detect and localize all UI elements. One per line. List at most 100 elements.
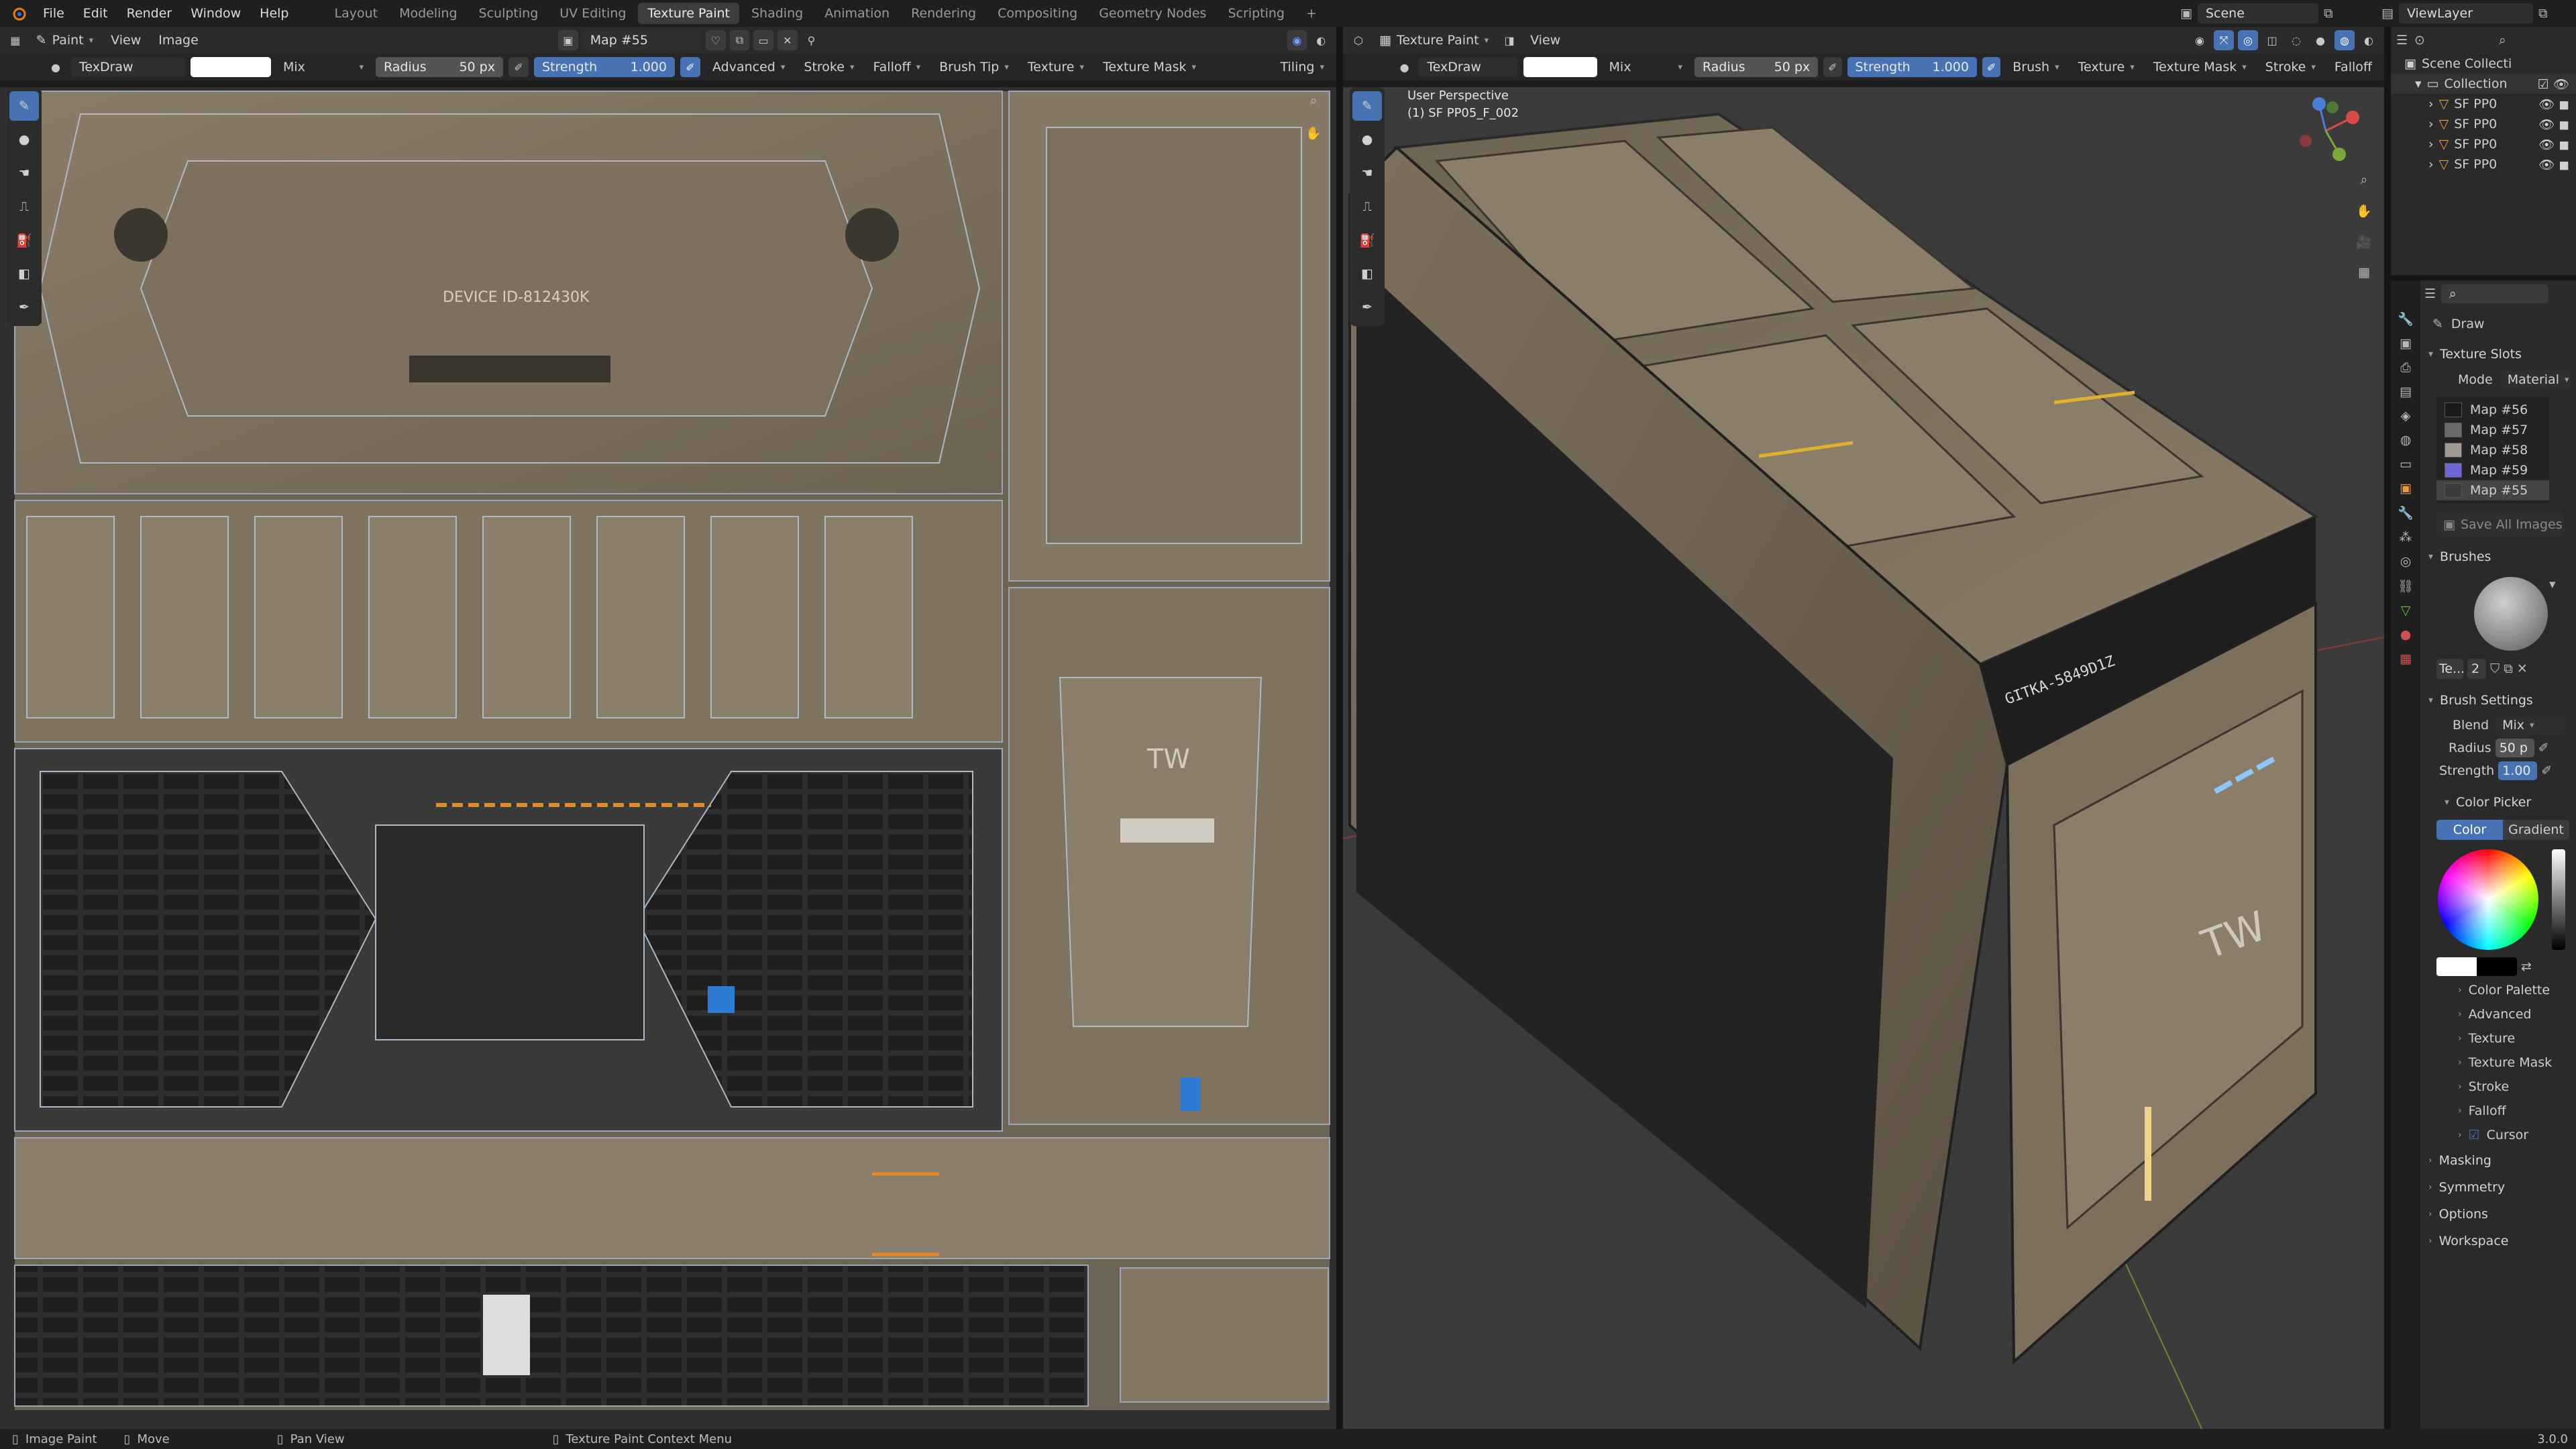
scene-name[interactable]: Scene xyxy=(2197,3,2318,23)
texture-mask-menu[interactable]: Texture Mask ▾ xyxy=(1096,57,1203,77)
viewport-view-menu[interactable]: View xyxy=(1523,30,1567,50)
image-name-field[interactable]: Map #55 xyxy=(582,30,702,50)
tab-rendering[interactable]: Rendering xyxy=(902,3,985,24)
outliner-scene-collection[interactable]: ▣ Scene Collecti xyxy=(2391,54,2576,74)
slot-mode-dropdown[interactable]: Material ▾ xyxy=(2500,370,2571,390)
annotate-tool-icon[interactable]: ✒ xyxy=(9,292,39,322)
pin-icon[interactable]: ⚲ xyxy=(802,30,822,50)
color-tab[interactable]: Color xyxy=(2436,820,2503,840)
editor-type-3d-icon[interactable]: ⬡ xyxy=(1348,30,1368,50)
cursor-checkbox-icon[interactable]: ☑ xyxy=(2469,1128,2480,1142)
scene-selector[interactable]: ▣ Scene ⧉ xyxy=(2180,3,2333,23)
tab-texture-paint[interactable]: Texture Paint xyxy=(638,3,739,24)
brush-users-count[interactable]: 2 xyxy=(2467,659,2486,679)
viewport-texture-menu[interactable]: Texture ▾ xyxy=(2072,57,2141,77)
tiling-menu[interactable]: Tiling ▾ xyxy=(1274,57,1332,77)
material-preview-icon[interactable]: ◍ xyxy=(2334,30,2355,50)
viewport-brush-name[interactable]: TexDraw xyxy=(1419,57,1519,77)
mask-tool-icon[interactable]: ◧ xyxy=(9,259,39,288)
zoom-icon[interactable]: ⌕ xyxy=(1301,89,1326,113)
viewport-radius-slider[interactable]: Radius 50 px xyxy=(1694,57,1819,77)
texture-slot[interactable]: Map #57 xyxy=(2436,420,2549,440)
texture-subpanel[interactable]: › Texture xyxy=(2420,1026,2576,1051)
modifier-tab-icon[interactable]: 🔧 xyxy=(2398,505,2414,521)
visibility-icon[interactable]: 👁 ◼ xyxy=(2538,137,2569,152)
properties-search-input[interactable]: ⌕ xyxy=(2441,284,2549,303)
vp-mask-tool-icon[interactable]: ◧ xyxy=(1352,259,1382,288)
physics-tab-icon[interactable]: ◎ xyxy=(2400,554,2412,569)
advanced-menu[interactable]: Advanced ▾ xyxy=(706,57,792,77)
radius-slider[interactable]: Radius 50 px xyxy=(376,57,503,77)
axis-gizmo[interactable] xyxy=(2289,87,2369,168)
view-layer-selector[interactable]: ▤ ViewLayer ⧉ xyxy=(2381,3,2548,23)
brushes-section[interactable]: ▾ Brushes xyxy=(2420,543,2576,570)
tab-geometry-nodes[interactable]: Geometry Nodes xyxy=(1089,3,1216,24)
visibility-icon[interactable]: 👁 ◼ xyxy=(2538,157,2569,172)
world-tab-icon[interactable]: ◍ xyxy=(2400,433,2412,447)
menu-file[interactable]: File xyxy=(34,0,74,27)
strength-pressure-icon[interactable]: ✐ xyxy=(2541,763,2552,778)
viewport-blend-dropdown[interactable]: Mix ▾ xyxy=(1603,57,1689,77)
tab-animation[interactable]: Animation xyxy=(815,3,899,24)
save-all-images-button[interactable]: ▣ Save All Images xyxy=(2436,513,2564,537)
tab-layout[interactable]: Layout xyxy=(325,3,388,24)
viewport-stroke-menu[interactable]: Stroke ▾ xyxy=(2259,57,2322,77)
outliner-item[interactable]: › ▽ SF PP0 👁 ◼ xyxy=(2391,114,2576,134)
material-tab-icon[interactable]: ● xyxy=(2400,627,2412,642)
panel-divider[interactable] xyxy=(2391,275,2576,280)
viewport-strength-slider[interactable]: Strength 1.000 xyxy=(1847,57,1977,77)
swap-colors-icon[interactable]: ⇄ xyxy=(2521,959,2532,974)
texture-menu[interactable]: Texture ▾ xyxy=(1021,57,1091,77)
collection-tab-icon[interactable]: ▭ xyxy=(2400,457,2412,472)
unlink-brush-icon[interactable]: ✕ xyxy=(2517,661,2528,676)
outliner-item[interactable]: › ▽ SF PP0 👁 ◼ xyxy=(2391,134,2576,154)
expand-chevron-icon[interactable]: › xyxy=(2428,137,2434,152)
brush-icon[interactable]: ● xyxy=(46,57,66,77)
viewport-falloff-menu[interactable]: Falloff xyxy=(2328,57,2379,77)
vp-annotate-tool-icon[interactable]: ✒ xyxy=(1352,292,1382,322)
image-browse-icon[interactable]: ▣ xyxy=(558,30,578,50)
properties-type-icon[interactable]: ☰ xyxy=(2424,286,2436,301)
show-gizmo-icon[interactable]: ⤧ xyxy=(2214,30,2234,50)
value-slider[interactable] xyxy=(2552,849,2565,950)
fake-user-icon[interactable]: ♡ xyxy=(705,30,726,50)
area-divider[interactable] xyxy=(1336,27,1343,1429)
render-tab-icon[interactable]: ▣ xyxy=(2400,336,2412,351)
camera-view-icon[interactable]: 🎥 xyxy=(2352,229,2376,254)
symmetry-section[interactable]: › Symmetry xyxy=(2420,1174,2576,1201)
tab-shading[interactable]: Shading xyxy=(742,3,812,24)
constraints-tab-icon[interactable]: ⛓ xyxy=(2398,578,2414,594)
3d-viewport[interactable]: TW GITKA-5849D1Z User Perspective (1) SF… xyxy=(1343,87,2384,1429)
display-channels-icon[interactable]: ◐ xyxy=(1311,30,1331,50)
menu-render[interactable]: Render xyxy=(117,0,182,27)
menu-window[interactable]: Window xyxy=(181,0,250,27)
secondary-color-swatch[interactable] xyxy=(2477,957,2517,976)
viewport-radius-pressure-icon[interactable]: ✐ xyxy=(1823,57,1842,77)
outliner-type-icon[interactable]: ☰ xyxy=(2396,33,2408,48)
viewport-color-swatch[interactable] xyxy=(1523,57,1597,77)
blender-logo-icon[interactable] xyxy=(4,0,34,27)
open-image-icon[interactable]: ▭ xyxy=(753,30,773,50)
visibility-icon[interactable]: 👁 ◼ xyxy=(2538,97,2569,112)
image-menu[interactable]: Image xyxy=(152,30,205,50)
view-menu[interactable]: View xyxy=(104,30,148,50)
brush-color-swatch[interactable] xyxy=(191,57,271,77)
outliner-search-icon[interactable]: ⌕ xyxy=(2499,33,2506,48)
stroke-menu[interactable]: Stroke ▾ xyxy=(797,57,861,77)
gizmo-toggle-icon[interactable]: ◉ xyxy=(1287,30,1307,50)
tab-uv-editing[interactable]: UV Editing xyxy=(550,3,635,24)
duplicate-brush-icon[interactable]: ⧉ xyxy=(2504,661,2513,676)
blend-dropdown[interactable]: Mix ▾ xyxy=(2496,715,2566,735)
particles-tab-icon[interactable]: ⁂ xyxy=(2400,530,2412,545)
radius-field[interactable]: 50 p xyxy=(2495,739,2534,757)
color-palette-subpanel[interactable]: › Color Palette xyxy=(2420,978,2576,1002)
expand-chevron-icon[interactable]: ▾ xyxy=(2415,76,2422,91)
texture-slot[interactable]: Map #58 xyxy=(2436,440,2549,460)
view-layer-name[interactable]: ViewLayer xyxy=(2398,3,2533,23)
tool-tab-icon[interactable]: 🔧 xyxy=(2398,311,2414,327)
vp-fill-tool-icon[interactable]: ⛽ xyxy=(1352,225,1382,255)
smear-tool-icon[interactable]: ☚ xyxy=(9,158,39,188)
menu-help[interactable]: Help xyxy=(250,0,298,27)
viewport-brush-menu[interactable]: Brush ▾ xyxy=(2006,57,2065,77)
viewport-strength-pressure-icon[interactable]: ✐ xyxy=(1982,57,2001,77)
